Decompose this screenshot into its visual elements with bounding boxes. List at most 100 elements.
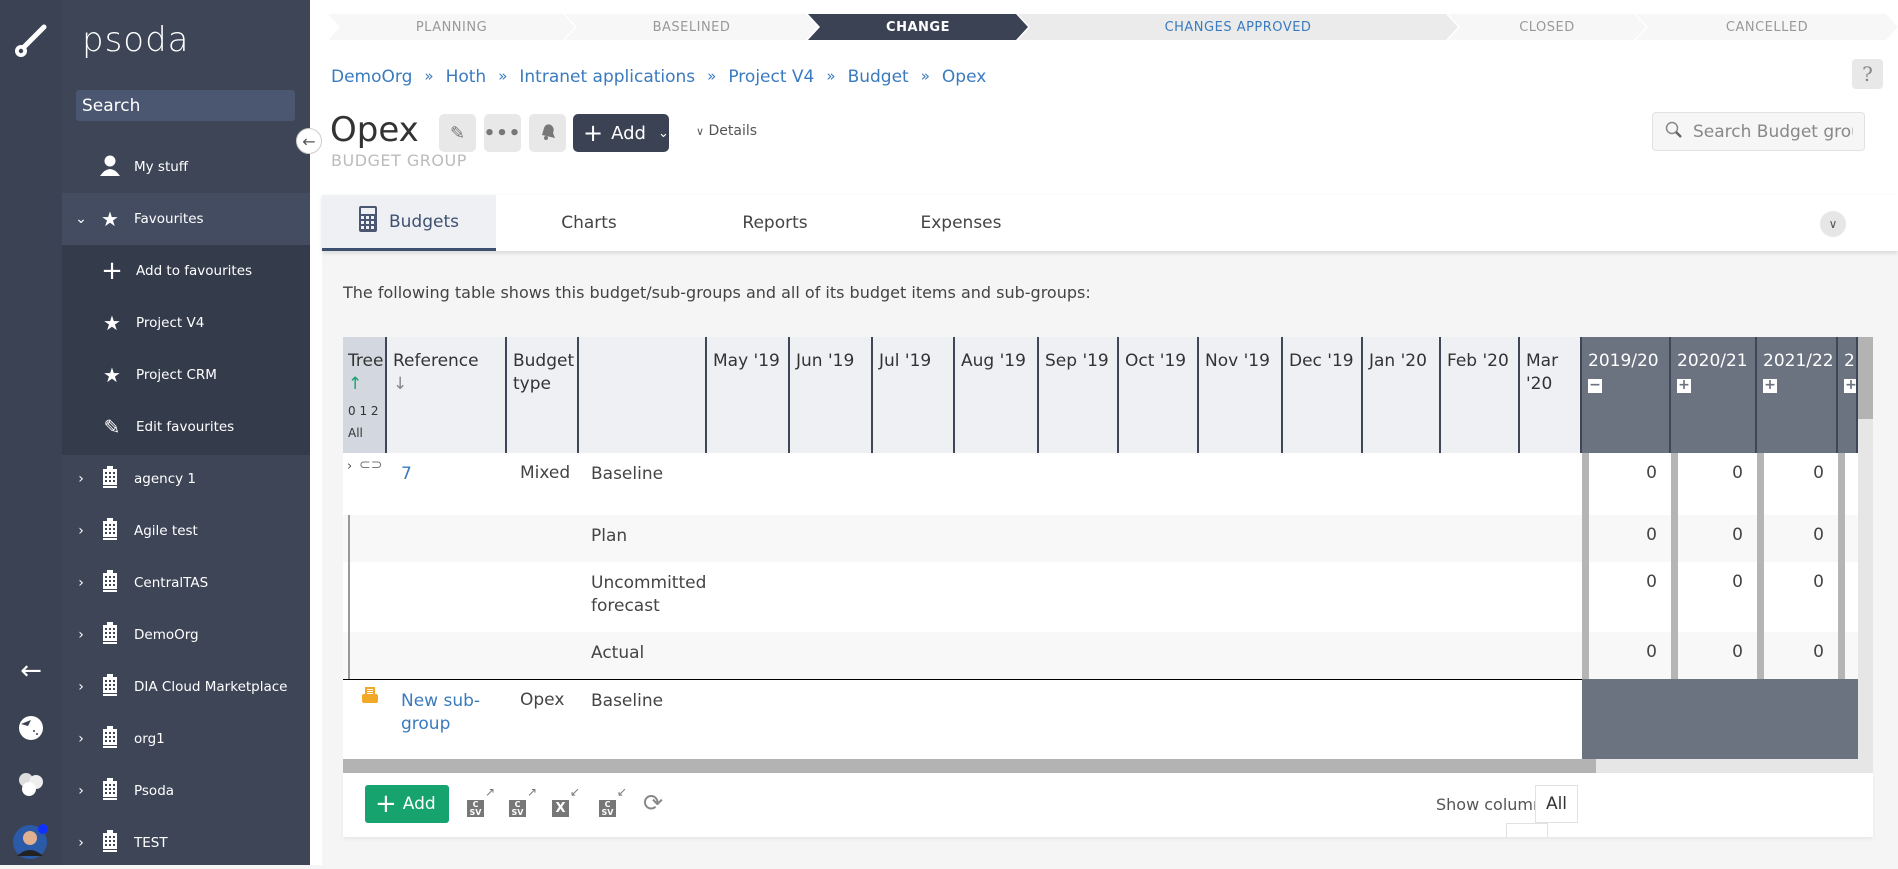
tab-budgets[interactable]: Budgets: [322, 195, 496, 251]
sidebar-org-item[interactable]: › agency 1: [62, 453, 310, 505]
year-value[interactable]: 0: [1683, 525, 1743, 545]
fav-item-edit-favourites[interactable]: ✎ Edit favourites: [62, 401, 310, 453]
column-month[interactable]: Dec '19: [1283, 337, 1363, 453]
breadcrumb-item[interactable]: Budget: [848, 67, 909, 87]
more-button[interactable]: •••: [484, 114, 521, 152]
reference-link[interactable]: New sub-group: [401, 690, 491, 736]
chevron-right-icon[interactable]: ›: [72, 471, 90, 487]
expand-row-icon[interactable]: ›: [347, 459, 352, 474]
avatar[interactable]: [0, 822, 62, 860]
stage-closed[interactable]: CLOSED: [1448, 14, 1646, 40]
expand-icon[interactable]: +: [1763, 378, 1777, 393]
reference-link[interactable]: 7: [401, 463, 491, 486]
edit-button[interactable]: ✎: [439, 114, 476, 152]
breadcrumb-item[interactable]: Hoth: [446, 67, 487, 87]
scroll-thumb[interactable]: [1858, 337, 1873, 419]
fav-item-project-v4[interactable]: ★ Project V4: [62, 297, 310, 349]
sidebar-item-my-stuff[interactable]: My stuff: [62, 141, 310, 193]
year-value[interactable]: 0: [1597, 572, 1657, 592]
collapse-sidebar-button[interactable]: ←: [296, 128, 322, 154]
year-value[interactable]: 0: [1764, 463, 1824, 483]
tab-expenses[interactable]: Expenses: [868, 195, 1054, 251]
expand-tabs-button[interactable]: ∨: [1820, 211, 1846, 237]
add-budget-item-button[interactable]: + Add: [365, 785, 449, 823]
chevron-right-icon[interactable]: ›: [72, 679, 90, 695]
column-month[interactable]: Jan '20: [1363, 337, 1441, 453]
sidebar-org-item[interactable]: › DIA Cloud Marketplace: [62, 661, 310, 713]
year-value[interactable]: 0: [1764, 572, 1824, 592]
chevron-down-icon[interactable]: ⌄: [72, 211, 90, 227]
stage-change[interactable]: CHANGE: [808, 14, 1028, 40]
sort-up-icon[interactable]: ↑: [348, 373, 380, 396]
year-value[interactable]: 0: [1597, 642, 1657, 662]
chevron-right-icon[interactable]: ›: [72, 731, 90, 747]
sidebar-org-item[interactable]: › Agile test: [62, 505, 310, 557]
sidebar-item-favourites[interactable]: ⌄ ★ Favourites: [62, 193, 310, 245]
tree-level-selector[interactable]: 0 1 2: [348, 400, 380, 422]
help-button[interactable]: ?: [1852, 59, 1883, 89]
vertical-scrollbar[interactable]: [1858, 337, 1873, 773]
sidebar-search-input[interactable]: [76, 90, 295, 121]
year-value[interactable]: 0: [1683, 572, 1743, 592]
year-value[interactable]: 0: [1597, 463, 1657, 483]
chevron-right-icon[interactable]: ›: [72, 783, 90, 799]
expand-icon[interactable]: +: [1677, 378, 1691, 393]
sidebar-org-item[interactable]: › TEST: [62, 817, 310, 869]
chevron-right-icon[interactable]: ›: [72, 835, 90, 851]
add-dropdown-button[interactable]: + Add ⌄: [573, 114, 669, 152]
csv-import-icon[interactable]: C SV ↙: [599, 785, 627, 817]
csv-export-sv-icon[interactable]: C SV ↗: [509, 785, 537, 817]
year-value[interactable]: 0: [1597, 525, 1657, 545]
column-year[interactable]: 2019/20 −: [1582, 337, 1671, 453]
details-toggle[interactable]: ∨ Details: [696, 123, 757, 139]
column-year[interactable]: 20 +: [1838, 337, 1858, 453]
chevron-right-icon[interactable]: ›: [72, 627, 90, 643]
column-reference[interactable]: Reference ↓: [387, 337, 507, 453]
expand-icon[interactable]: +: [1844, 378, 1856, 393]
collapse-icon[interactable]: −: [1588, 378, 1602, 393]
sort-down-icon[interactable]: ↓: [393, 373, 499, 396]
column-month[interactable]: Aug '19: [955, 337, 1039, 453]
wrench-logo-icon[interactable]: [0, 18, 62, 62]
column-month[interactable]: Jun '19: [790, 337, 873, 453]
tree-level-all[interactable]: All: [348, 422, 380, 444]
stage-planning[interactable]: PLANNING: [328, 14, 575, 40]
chevron-right-icon[interactable]: ›: [72, 523, 90, 539]
breadcrumb-item[interactable]: Intranet applications: [519, 67, 695, 87]
horizontal-scrollbar[interactable]: [343, 759, 1858, 773]
stage-changes-approved[interactable]: CHANGES APPROVED: [1018, 14, 1458, 40]
excel-import-icon[interactable]: X ↙: [552, 785, 580, 817]
stage-baselined[interactable]: BASELINED: [565, 14, 818, 40]
sidebar-org-item[interactable]: › org1: [62, 713, 310, 765]
column-month[interactable]: Sep '19: [1039, 337, 1119, 453]
chevron-right-icon[interactable]: ›: [72, 575, 90, 591]
year-value[interactable]: 0: [1683, 642, 1743, 662]
sidebar-org-item[interactable]: › Psoda: [62, 765, 310, 817]
column-month[interactable]: Feb '20: [1441, 337, 1520, 453]
breadcrumb-item[interactable]: Opex: [942, 67, 986, 87]
sidebar-org-item[interactable]: › CentralTAS: [62, 557, 310, 609]
column-month[interactable]: Nov '19: [1199, 337, 1283, 453]
circles-icon[interactable]: [0, 768, 62, 800]
csv-export-icon[interactable]: C SV ↗: [467, 785, 495, 817]
tab-reports[interactable]: Reports: [682, 195, 868, 251]
column-month[interactable]: Mar '20: [1520, 337, 1582, 453]
fav-item-project-crm[interactable]: ★ Project CRM: [62, 349, 310, 401]
show-columns-select[interactable]: All: [1535, 785, 1578, 823]
breadcrumb-item[interactable]: DemoOrg: [331, 67, 412, 87]
notifications-button[interactable]: [529, 114, 566, 152]
tab-charts[interactable]: Charts: [496, 195, 682, 251]
globe-icon[interactable]: [0, 712, 62, 744]
year-value[interactable]: 0: [1764, 525, 1824, 545]
year-value[interactable]: 0: [1764, 642, 1824, 662]
stage-cancelled[interactable]: CANCELLED: [1636, 14, 1898, 40]
column-year[interactable]: 2020/21 +: [1671, 337, 1757, 453]
back-arrow-icon[interactable]: ←: [0, 655, 62, 687]
column-budget-type[interactable]: Budget type: [507, 337, 579, 453]
search-input[interactable]: [1693, 121, 1853, 142]
column-month[interactable]: Oct '19: [1119, 337, 1199, 453]
budget-group-search[interactable]: [1652, 112, 1865, 151]
scroll-thumb[interactable]: [343, 759, 1596, 773]
column-month[interactable]: Jul '19: [873, 337, 955, 453]
column-tree[interactable]: Tree ↑ 0 1 2 All: [343, 337, 387, 453]
